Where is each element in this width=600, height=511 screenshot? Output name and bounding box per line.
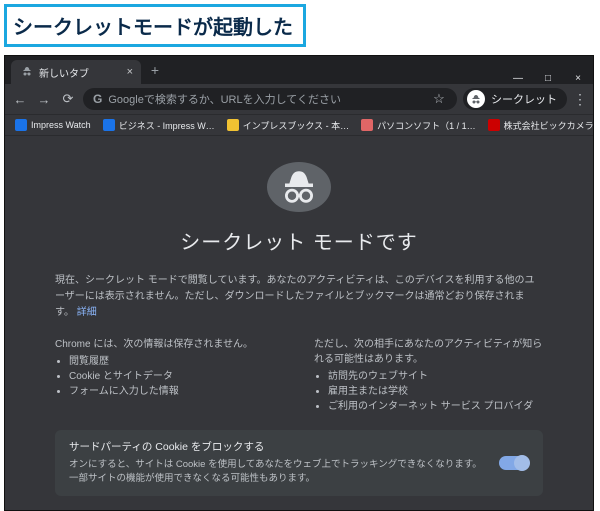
favicon-icon bbox=[103, 119, 115, 131]
favicon-icon bbox=[488, 119, 500, 131]
bookmark-item[interactable]: インプレスブックス - 本… bbox=[227, 119, 349, 132]
list-item: 雇用主または学校 bbox=[328, 384, 543, 399]
bookmarks-bar: Impress Watch ビジネス - Impress W… インプレスブックス … bbox=[5, 114, 593, 136]
bookmark-label: ビジネス - Impress W… bbox=[119, 119, 215, 132]
info-columns: Chrome には、次の情報は保存されません。 閲覧履歴Cookie とサイトデ… bbox=[55, 335, 543, 414]
incognito-hero-icon bbox=[267, 162, 331, 212]
back-button[interactable]: ← bbox=[11, 92, 29, 107]
bookmark-item[interactable]: パソコンソフト（1 / 1… bbox=[361, 119, 476, 132]
bookmark-item[interactable]: 株式会社ビックカメラ bbox=[488, 119, 593, 132]
not-saved-heading: Chrome には、次の情報は保存されません。 bbox=[55, 335, 284, 350]
annotation-callout: シークレットモードが起動した bbox=[4, 4, 306, 47]
incognito-badge-icon bbox=[467, 90, 485, 108]
cookie-card-title: サードパーティの Cookie をブロックする bbox=[69, 440, 485, 456]
favicon-icon bbox=[15, 119, 27, 131]
bookmark-item[interactable]: ビジネス - Impress W… bbox=[103, 119, 215, 132]
list-item: ご利用のインターネット サービス プロバイダ bbox=[328, 399, 543, 414]
menu-button[interactable]: ⋮ bbox=[573, 91, 587, 108]
forward-button[interactable]: → bbox=[35, 92, 53, 107]
list-item: 訪問先のウェブサイト bbox=[328, 369, 543, 384]
bookmark-label: 株式会社ビックカメラ bbox=[504, 119, 593, 132]
page-content: シークレット モードです 現在、シークレット モードで閲覧しています。あなたのア… bbox=[5, 136, 593, 510]
titlebar: 新しいタブ × + — □ × bbox=[5, 56, 593, 84]
toolbar: ← → ⟳ G Googleで検索するか、URLを入力してください ☆ シークレ… bbox=[5, 84, 593, 114]
tab-title: 新しいタブ bbox=[39, 65, 89, 80]
tab-current[interactable]: 新しいタブ × bbox=[11, 60, 141, 84]
visible-to-heading: ただし、次の相手にあなたのアクティビティが知られる可能性はあります。 bbox=[314, 335, 543, 365]
cookie-block-toggle[interactable] bbox=[499, 456, 529, 470]
cookie-block-card: サードパーティの Cookie をブロックする オンにすると、サイトは Cook… bbox=[55, 430, 543, 496]
close-window-button[interactable]: × bbox=[563, 73, 593, 84]
bookmark-label: Impress Watch bbox=[31, 120, 91, 130]
new-tab-button[interactable]: + bbox=[145, 62, 165, 78]
bookmark-label: インプレスブックス - 本… bbox=[243, 119, 349, 132]
incognito-badge[interactable]: シークレット bbox=[463, 88, 567, 110]
address-bar[interactable]: G Googleで検索するか、URLを入力してください ☆ bbox=[83, 88, 457, 110]
minimize-button[interactable]: — bbox=[503, 73, 533, 84]
incognito-tab-icon bbox=[21, 65, 33, 80]
omnibox-placeholder: Googleで検索するか、URLを入力してください bbox=[108, 91, 341, 107]
window-controls: — □ × bbox=[503, 73, 593, 84]
page-title: シークレット モードです bbox=[180, 226, 418, 255]
favicon-icon bbox=[361, 119, 373, 131]
bookmark-star-icon[interactable]: ☆ bbox=[431, 91, 447, 107]
visible-to-column: ただし、次の相手にあなたのアクティビティが知られる可能性はあります。 訪問先のウ… bbox=[314, 335, 543, 414]
browser-window: 新しいタブ × + — □ × ← → ⟳ G Googleで検索するか、URL… bbox=[4, 55, 594, 511]
list-item: 閲覧履歴 bbox=[69, 354, 284, 369]
close-tab-icon[interactable]: × bbox=[127, 66, 133, 78]
bookmark-item[interactable]: Impress Watch bbox=[15, 119, 91, 131]
lead-paragraph: 現在、シークレット モードで閲覧しています。あなたのアクティビティは、このデバイ… bbox=[55, 273, 543, 321]
learn-more-link[interactable]: 詳細 bbox=[77, 307, 97, 318]
list-item: フォームに入力した情報 bbox=[69, 384, 284, 399]
list-item: Cookie とサイトデータ bbox=[69, 369, 284, 384]
favicon-icon bbox=[227, 119, 239, 131]
maximize-button[interactable]: □ bbox=[533, 73, 563, 84]
not-saved-column: Chrome には、次の情報は保存されません。 閲覧履歴Cookie とサイトデ… bbox=[55, 335, 284, 414]
reload-button[interactable]: ⟳ bbox=[59, 91, 77, 107]
bookmark-label: パソコンソフト（1 / 1… bbox=[377, 119, 476, 132]
google-icon: G bbox=[93, 92, 102, 106]
incognito-badge-label: シークレット bbox=[491, 91, 557, 107]
cookie-card-body: オンにすると、サイトは Cookie を使用してあなたをウェブ上でトラッキングで… bbox=[69, 458, 485, 487]
